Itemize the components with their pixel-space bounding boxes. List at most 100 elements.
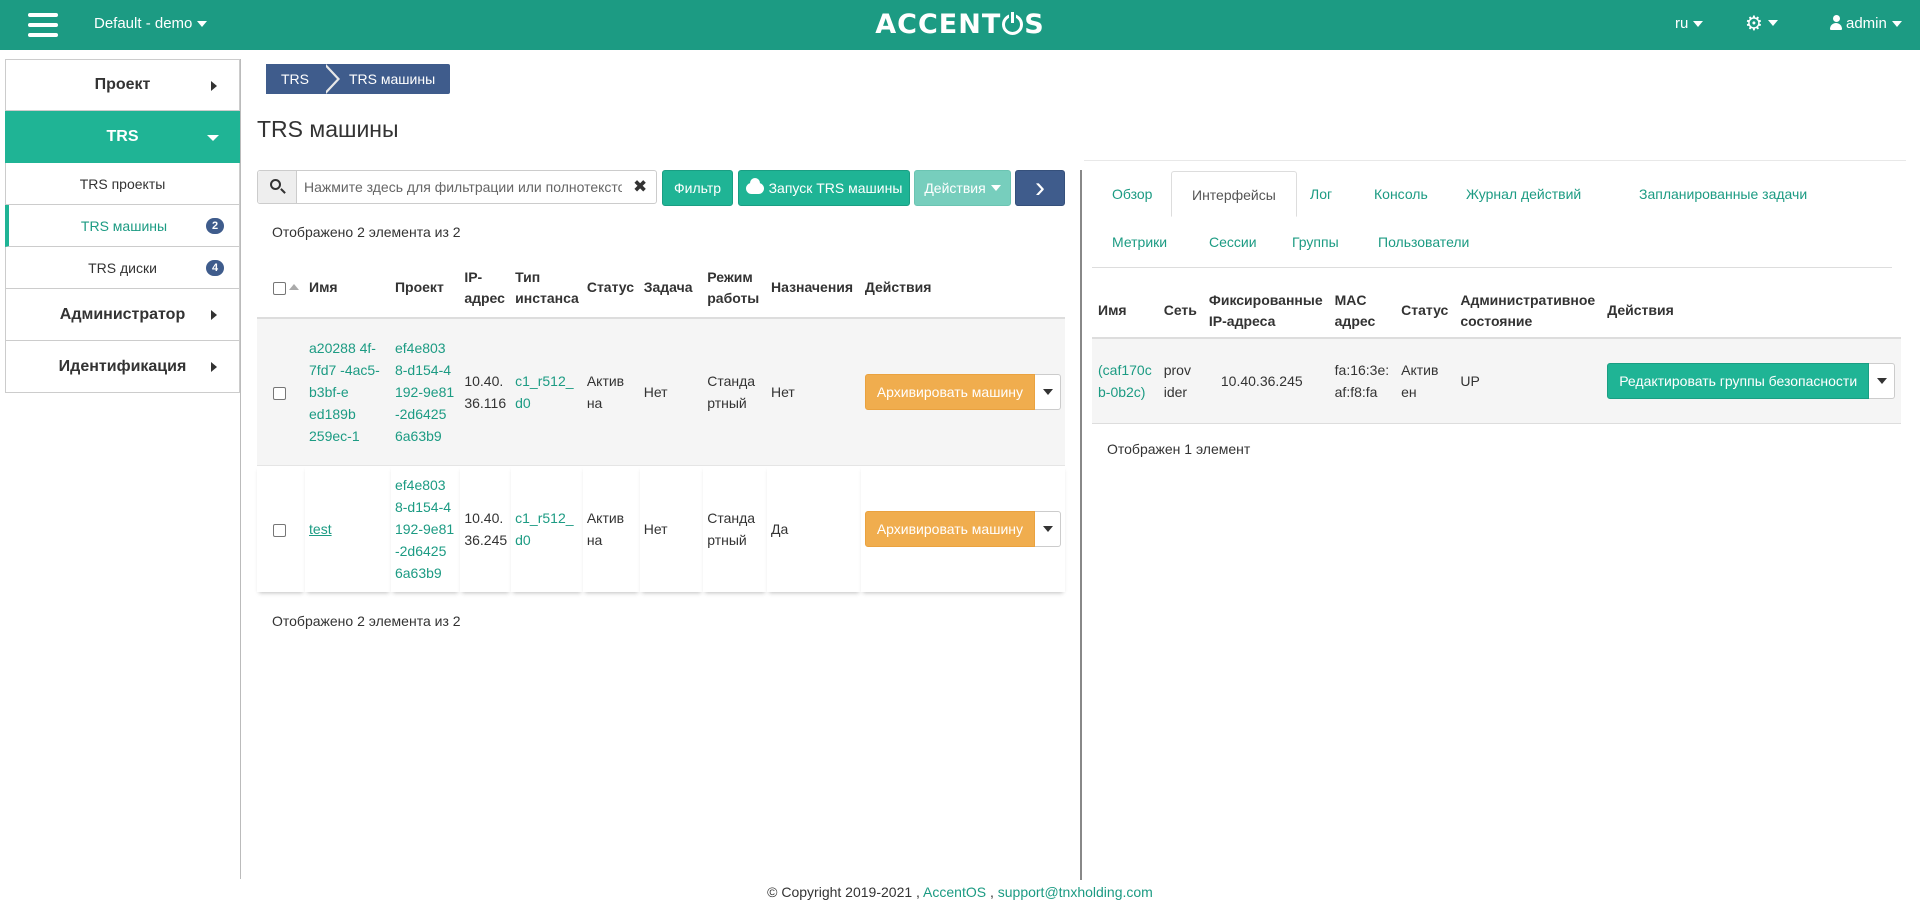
gear-icon: ⚙	[1745, 13, 1763, 35]
instance-name-link[interactable]: a20288 4f-7fd7 -4ac5- b3bf-e ed189b 259e…	[309, 340, 380, 444]
user-icon	[1830, 15, 1842, 30]
sidebar-item-trs[interactable]: TRS	[5, 111, 240, 163]
tab-metrics[interactable]: Метрики	[1092, 219, 1187, 265]
column-header[interactable]: Режим работы	[703, 258, 767, 319]
chevron-down-icon	[207, 135, 219, 141]
ip-address: 10.40. 36.245	[460, 465, 512, 592]
row-actions: Архивировать машину	[864, 373, 1061, 410]
flavor-link[interactable]: c1_r512_ d0	[515, 373, 573, 411]
column-header[interactable]: Статус	[1395, 284, 1455, 339]
column-header[interactable]: Проект	[390, 258, 461, 319]
tab-groups[interactable]: Группы	[1272, 219, 1359, 265]
sidebar-subitem-trs-projects[interactable]: TRS проекты	[5, 163, 240, 205]
row-actions-dropdown[interactable]	[1035, 510, 1061, 547]
items-count: Отображено 2 элемента из 2	[272, 224, 461, 240]
footer: © Copyright 2019-2021 , AccentOS , suppo…	[0, 884, 1920, 900]
tab-overview[interactable]: Обзор	[1092, 171, 1172, 217]
interface-actions-dropdown[interactable]	[1869, 362, 1896, 399]
task-cell: Нет	[639, 465, 704, 592]
chevron-down-icon	[1876, 377, 1887, 384]
chevron-right-icon	[211, 310, 217, 320]
sidebar-item-admin[interactable]: Администратор	[5, 289, 240, 341]
sidebar: Проект TRS TRS проекты TRS машины 2 TRS …	[5, 59, 240, 393]
column-header[interactable]: Административное состояние	[1454, 284, 1602, 339]
mode-cell: Станда ртный	[703, 318, 767, 466]
tab-action-log[interactable]: Журнал действий	[1446, 171, 1601, 217]
tab-users[interactable]: Пользователи	[1358, 219, 1489, 265]
row-checkbox[interactable]	[273, 523, 286, 537]
chevron-down-icon	[1693, 21, 1704, 28]
sidebar-item-label: TRS	[106, 127, 139, 145]
tab-sessions[interactable]: Сессии	[1189, 219, 1277, 265]
launch-machine-button[interactable]: Запуск TRS машины	[738, 170, 910, 206]
table-row: (caf170c b-0b2c) prov ider 10.40.36.245 …	[1092, 338, 1902, 424]
interface-name-link[interactable]: (caf170c b-0b2c)	[1098, 362, 1152, 400]
tab-console[interactable]: Консоль	[1354, 171, 1448, 217]
user-menu[interactable]: admin	[1830, 15, 1902, 32]
fixed-ip-cell: 10.40.36.245	[1202, 338, 1329, 424]
column-header[interactable]: Имя	[305, 258, 391, 319]
admin-state-cell: UP	[1454, 338, 1602, 424]
sidebar-item-label: Администратор	[59, 305, 186, 323]
sidebar-item-label: Идентификация	[58, 357, 187, 375]
column-header[interactable]: Фиксированные IP-адреса	[1202, 284, 1329, 339]
project-link[interactable]: ef4e803 8-d154-4 192-9e81 -2d6425 6a63b9	[395, 340, 454, 444]
sidebar-subitem-label: TRS машины	[80, 217, 168, 234]
table-row: a20288 4f-7fd7 -4ac5- b3bf-e ed189b 259e…	[257, 318, 1065, 466]
column-header[interactable]: Сеть	[1157, 284, 1203, 339]
column-header[interactable]: Задача	[639, 258, 704, 319]
assigned-cell: Да	[767, 465, 861, 592]
sidebar-divider	[240, 59, 241, 879]
project-link[interactable]: ef4e803 8-d154-4 192-9e81 -2d6425 6a63b9	[395, 477, 454, 581]
chevron-right-icon[interactable]: ›	[1015, 170, 1065, 206]
panel-divider[interactable]	[1080, 170, 1082, 880]
search-input[interactable]	[302, 172, 624, 202]
tab-log[interactable]: Лог	[1290, 171, 1352, 217]
column-header[interactable]: Статус	[582, 258, 640, 319]
detail-tabs: Обзор Интерфейсы Лог Консоль Журнал дейс…	[1092, 171, 1892, 268]
sidebar-item-project[interactable]: Проект	[5, 59, 240, 111]
archive-machine-button[interactable]: Архивировать машину	[864, 373, 1035, 410]
column-header[interactable]: Имя	[1092, 284, 1158, 339]
theme-selector[interactable]: ⚙	[1745, 13, 1778, 35]
items-count-bottom: Отображено 2 элемента из 2	[272, 613, 461, 629]
sidebar-subitem-trs-disks[interactable]: TRS диски 4	[5, 247, 240, 289]
copyright-text: © Copyright 2019-2021 ,	[767, 884, 920, 900]
count-badge: 4	[206, 260, 224, 276]
column-header[interactable]: MAC адрес	[1328, 284, 1396, 339]
interfaces-count: Отображен 1 элемент	[1107, 441, 1251, 457]
tab-interfaces[interactable]: Интерфейсы	[1171, 171, 1297, 217]
sidebar-subitem-trs-machines[interactable]: TRS машины 2	[5, 205, 240, 247]
close-icon[interactable]: ✖	[633, 177, 647, 197]
search-box: ✖	[257, 170, 657, 204]
actions-label: Действия	[924, 180, 986, 196]
flavor-link[interactable]: c1_r512_ d0	[515, 510, 573, 548]
brand-link[interactable]: AccentOS	[923, 884, 986, 900]
chevron-down-icon	[1891, 21, 1902, 28]
page-title: TRS машины	[257, 116, 399, 142]
instance-name-link[interactable]: test	[309, 521, 332, 537]
select-all-checkbox[interactable]	[273, 281, 286, 295]
column-header: Действия	[1601, 284, 1902, 339]
network-cell: prov ider	[1157, 338, 1203, 424]
search-button[interactable]	[258, 171, 297, 203]
sort-icon	[289, 284, 299, 290]
language-selector[interactable]: ru	[1675, 15, 1704, 32]
actions-dropdown[interactable]: Действия	[914, 170, 1011, 206]
mode-cell: Станда ртный	[703, 465, 767, 592]
row-actions-dropdown[interactable]	[1035, 373, 1061, 410]
user-name: admin	[1846, 15, 1887, 32]
column-header[interactable]: Назначения	[767, 258, 861, 319]
sidebar-item-identity[interactable]: Идентификация	[5, 341, 240, 393]
archive-machine-button[interactable]: Архивировать машину	[864, 510, 1035, 547]
support-email-link[interactable]: support@tnxholding.com	[998, 884, 1153, 900]
breadcrumb-item-trs[interactable]: TRS	[266, 64, 340, 94]
edit-security-groups-button[interactable]: Редактировать группы безопасности	[1607, 362, 1870, 399]
row-checkbox[interactable]	[273, 386, 286, 400]
task-cell: Нет	[639, 318, 704, 466]
column-header[interactable]: Тип инстанса	[511, 258, 583, 319]
tab-scheduled-tasks[interactable]: Запланированные задачи	[1619, 171, 1827, 217]
interfaces-table: Имя Сеть Фиксированные IP-адреса MAC адр…	[1092, 284, 1902, 424]
filter-button[interactable]: Фильтр	[662, 170, 733, 206]
column-header[interactable]: IP-адрес	[460, 258, 512, 319]
